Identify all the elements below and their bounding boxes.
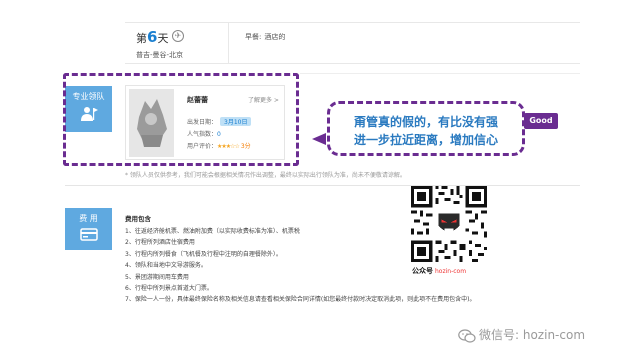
day-title: 第6天 [136,28,169,46]
day-number: 6 [147,28,158,46]
card-icon [79,228,98,241]
list-item: 7、保险一人一份，具体最终保险名称及相关信息请查看相关保险合同详情(如您最终付款… [125,296,476,304]
annotation-callout: 甭管真的假的，有比没有强 进一步拉近距离，增加信心 [327,101,525,156]
section-divider [65,185,580,186]
highlight-dashed-box [63,73,299,166]
leader-footnote: * 领队人员仅供参考，我们可能会根据相关情况作出调整，最终以实际出行领队为准，尚… [125,172,406,179]
wechat-icon [458,328,476,343]
meal-info: 早餐: 酒店的 [245,33,286,41]
watermark-text: 微信号: hozin-com [479,328,586,342]
page: 第6天 ✈ 普吉-曼谷-北京 早餐: 酒店的 专业领队 赵蕾蕾 了解更多 > 出… [0,0,640,360]
day-route: 普吉-曼谷-北京 [136,51,184,59]
day-column: 第6天 ✈ 普吉-曼谷-北京 [125,23,229,64]
wechat-watermark: 微信号: hozin-com [458,326,585,344]
plane-icon: ✈ [172,30,184,42]
list-item: 6、行程中所列景点首道大门票。 [125,285,213,293]
leader-divider [300,73,580,74]
callout-tail [312,133,326,145]
qr-label: 公众号 hozin-com [412,267,467,275]
tab-cost: 费 用 [65,208,112,250]
good-badge: Good [524,113,558,129]
callout-line-1: 甭管真的假的，有比没有强 [353,115,498,129]
callout-line-2: 进一步拉近距离，增加信心 [353,133,498,147]
itinerary-day-row: 第6天 ✈ 普吉-曼谷-北京 早餐: 酒店的 [125,22,580,64]
qr-code-icon [411,186,487,262]
cost-include-title: 费用包含 [125,215,151,223]
